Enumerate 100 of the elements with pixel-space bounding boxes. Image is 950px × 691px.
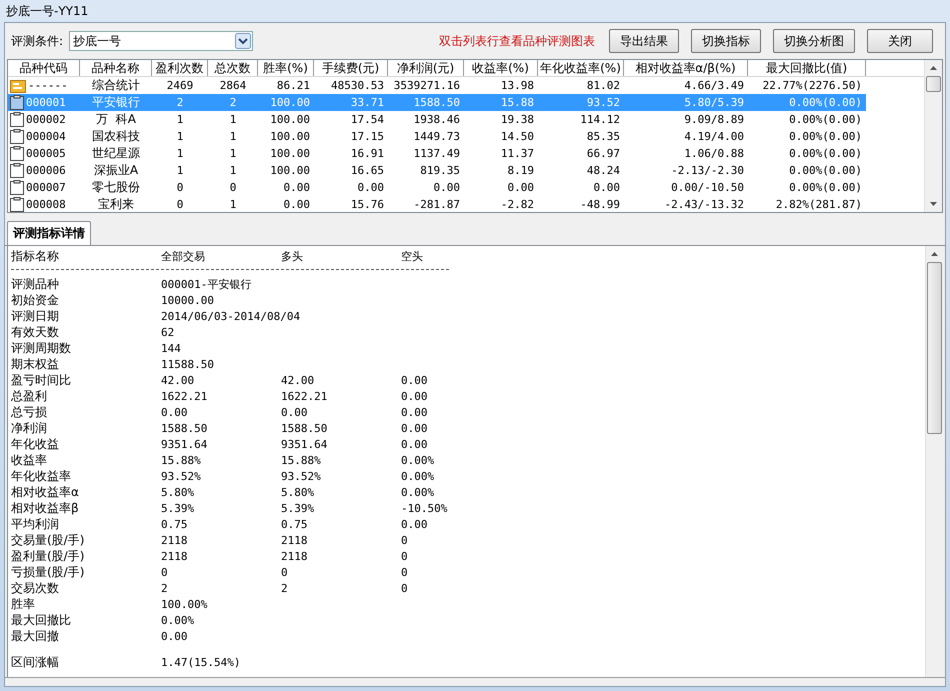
metric-value: 0 — [161, 566, 169, 578]
metric-name: 盈亏时间比 — [11, 372, 72, 388]
scroll-thumb[interactable] — [926, 76, 941, 92]
metric-value: 2 — [281, 582, 289, 594]
metric-value: 0.00 — [401, 406, 428, 418]
metric-value: 1622.21 — [281, 390, 328, 402]
metric-value: 000001-平安银行 — [161, 276, 252, 292]
metric-value: 0.00 — [401, 438, 428, 450]
metric-value: 0.00 — [401, 422, 428, 434]
column-header[interactable]: 收益率(%) — [464, 60, 538, 76]
column-header[interactable]: 净利润(元) — [388, 60, 464, 76]
table-cell: 81.02 — [586, 79, 620, 92]
metric-value: 0.00% — [401, 470, 436, 482]
metric-name: 期末权益 — [11, 356, 60, 372]
metric-value: 5.80% — [161, 486, 196, 498]
table-cell: 000008 — [26, 198, 66, 211]
detail-tab[interactable]: 评测指标详情 — [7, 221, 91, 245]
metric-name: 亏损量(股/手) — [11, 564, 86, 580]
clipboard-icon — [10, 95, 24, 110]
metric-value: 11588.50 — [161, 358, 215, 370]
column-header[interactable]: 总次数 — [208, 60, 258, 76]
column-header[interactable]: 年化收益率(%) — [538, 60, 624, 76]
metric-name: 年化收益率 — [11, 468, 72, 484]
table-cell: 000005 — [26, 147, 66, 160]
table-row[interactable]: 000007 零七股份 0 0 0.00 0.00 0.00 0.00 0.00 0.00/-10.50 0.00%(0.00) — [8, 179, 866, 196]
table-cell: 0 — [230, 181, 236, 194]
column-header[interactable]: 手续费(元) — [314, 60, 388, 76]
table-cell: 3539271.16 — [394, 79, 460, 92]
table-cell: 世纪星源 — [92, 145, 140, 162]
table-row[interactable]: 000006 深振业A 1 1 100.00 16.65 819.35 8.19 48.24 -2.13/-2.30 0.00%(0.00) — [8, 162, 866, 179]
toolbar-button[interactable]: 关闭 — [867, 29, 933, 53]
toolbar-button[interactable]: 导出结果 — [609, 29, 679, 53]
metric-value: 1588.50 — [281, 422, 328, 434]
metric-name: 年化收益 — [11, 436, 60, 452]
metric-name: 最大回撤比 — [11, 612, 72, 628]
scrollbar[interactable] — [924, 60, 942, 212]
metric-value: 93.52% — [161, 470, 202, 482]
table-cell: 0.00%(0.00) — [789, 181, 862, 194]
table-row[interactable]: ------ 综合统计 2469 2864 86.21 48530.53 3539271.16 13.98 81.02 4.66/3.49 22.77%(2276.50) — [8, 77, 866, 94]
table-cell: 66.97 — [586, 147, 620, 160]
metric-name: 评测品种 — [11, 276, 60, 292]
column-header[interactable]: 胜率(%) — [258, 60, 314, 76]
column-header[interactable]: 最大回撤比(值) — [748, 60, 866, 76]
table-cell: 2469 — [166, 79, 194, 92]
table-row[interactable]: 000005 世纪星源 1 1 100.00 16.91 1137.49 11.37 66.97 1.06/0.88 0.00%(0.00) — [8, 145, 866, 162]
metric-value: 0 — [401, 582, 409, 594]
table-row[interactable]: 000004 国农科技 1 1 100.00 17.15 1449.73 14.50 85.35 4.19/4.00 0.00%(0.00) — [8, 128, 866, 145]
table-cell: 13.98 — [500, 79, 534, 92]
column-header[interactable]: 相对收益率α/β(%) — [624, 60, 748, 76]
table-cell: 0.00%(0.00) — [789, 130, 862, 143]
table-row[interactable]: 000008 宝利来 0 1 0.00 15.76 -281.87 -2.82 -48.99 -2.43/-13.32 2.82%(281.87) — [8, 196, 866, 212]
table-cell: 86.21 — [276, 79, 310, 92]
column-header[interactable]: 品种代码 — [8, 60, 80, 76]
table-cell: 8.19 — [508, 164, 534, 177]
column-header[interactable]: 盈利次数 — [152, 60, 208, 76]
table-row[interactable]: 000002 万 科A 1 1 100.00 17.54 1938.46 19.38 114.12 9.09/8.89 0.00%(0.00) — [8, 111, 866, 128]
scrollbar[interactable] — [925, 246, 943, 677]
metric-name: 总亏损 — [11, 404, 48, 420]
metric-name: 有效天数 — [11, 324, 60, 340]
table-cell: 1 — [230, 147, 236, 160]
table-cell: 0.00 — [284, 198, 310, 211]
condition-dropdown[interactable]: 抄底一号 — [69, 31, 254, 51]
metric-value: 15.88% — [161, 454, 202, 466]
table-cell: 综合统计 — [92, 77, 140, 94]
table-cell: 93.52 — [586, 96, 620, 109]
metric-name: 相对收益率β — [11, 500, 80, 516]
table-cell: 0.00 — [508, 181, 534, 194]
metric-value: 5.39% — [161, 502, 196, 514]
table-cell: 22.77%(2276.50) — [762, 79, 862, 92]
table-cell: 0.00 — [594, 181, 620, 194]
table-cell: 48.24 — [586, 164, 620, 177]
table-cell: 5.80/5.39 — [684, 96, 744, 109]
metric-value: 0.00 — [401, 374, 428, 386]
metric-name: 平均利润 — [11, 516, 60, 532]
clipboard-icon — [10, 146, 24, 161]
metric-name: 盈利量(股/手) — [11, 548, 86, 564]
hint-text: 双击列表行查看品种评测图表 — [439, 32, 595, 50]
table-cell: 11.37 — [500, 147, 534, 160]
table-cell: ------ — [28, 79, 68, 92]
metric-value: 2118 — [281, 550, 308, 562]
toolbar-button[interactable]: 切换分析图 — [773, 29, 855, 53]
table-cell: 48530.53 — [331, 79, 384, 92]
table-cell: 16.91 — [350, 147, 384, 160]
table-cell: 0.00 — [284, 181, 310, 194]
metric-value: 0.00 — [161, 630, 188, 642]
toolbar-button[interactable]: 切换指标 — [691, 29, 761, 53]
column-header[interactable]: 品种名称 — [80, 60, 152, 76]
scroll-thumb[interactable] — [927, 262, 942, 434]
table-cell: 15.88 — [500, 96, 534, 109]
metric-value: 9351.64 — [281, 438, 328, 450]
metric-value: 93.52% — [281, 470, 322, 482]
metric-value: 2118 — [161, 550, 188, 562]
clipboard-icon — [10, 129, 24, 144]
table-cell: 零七股份 — [92, 179, 140, 196]
table-cell: 0 — [176, 198, 184, 211]
table-cell: 1588.50 — [414, 96, 460, 109]
clipboard-icon — [10, 180, 24, 195]
metric-value: 10000.00 — [161, 294, 215, 306]
table-cell: 1 — [176, 130, 184, 143]
table-cell: 1.06/0.88 — [684, 147, 744, 160]
